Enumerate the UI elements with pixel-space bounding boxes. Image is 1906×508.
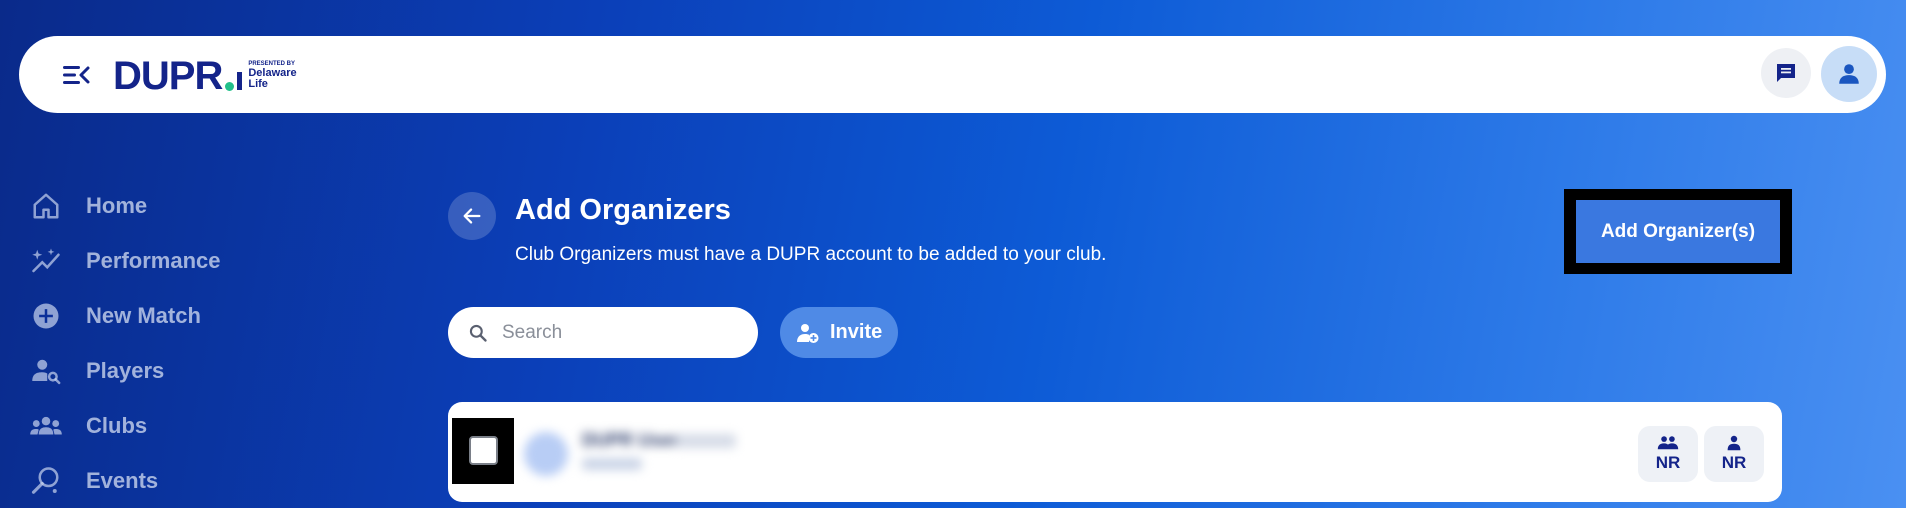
select-checkbox[interactable]: [469, 436, 498, 465]
add-organizers-button[interactable]: Add Organizer(s): [1576, 200, 1780, 263]
home-icon: [28, 188, 64, 224]
sidebar-item-events[interactable]: Events: [28, 453, 358, 508]
add-organizers-highlight: Add Organizer(s): [1564, 189, 1792, 274]
logo-text: DUPR: [113, 54, 223, 98]
sidebar-item-label: Performance: [86, 247, 221, 273]
doubles-rating-badge: NR: [1638, 426, 1698, 482]
profile-button[interactable]: [1821, 46, 1877, 102]
chat-button[interactable]: [1761, 48, 1811, 98]
sidebar-item-new-match[interactable]: New Match: [28, 288, 358, 343]
player-name: DUPR User: [582, 430, 679, 450]
list-item: DUPR User NR NR: [448, 402, 1782, 502]
doubles-icon: [1657, 436, 1679, 450]
sidebar-item-label: Home: [86, 192, 148, 218]
sidebar-item-label: Events: [86, 467, 159, 493]
chat-icon: [1777, 64, 1795, 82]
user-icon: [1839, 64, 1859, 84]
group-icon: [28, 408, 64, 444]
sidebar-item-performance[interactable]: Performance: [28, 233, 358, 288]
player-search-icon: [28, 353, 64, 389]
sidebar-item-label: New Match: [86, 302, 201, 328]
sidebar-item-home[interactable]: Home: [28, 178, 358, 233]
search-icon: [469, 324, 487, 342]
logo-dot: [225, 81, 235, 91]
arrow-left-icon: [463, 208, 481, 224]
sidebar: Home Performance New Match Players Clubs…: [28, 178, 358, 508]
menu-collapse-icon[interactable]: [61, 62, 91, 88]
singles-icon: [1727, 435, 1741, 451]
logo-bar: [237, 72, 243, 90]
checkbox-highlight: [452, 418, 514, 484]
invite-button[interactable]: Invite: [780, 307, 898, 358]
search-field[interactable]: [448, 307, 758, 358]
sidebar-item-label: Clubs: [86, 412, 148, 438]
page-title: Add Organizers: [515, 194, 731, 226]
sidebar-item-players[interactable]: Players: [28, 343, 358, 398]
invite-user-icon: [796, 321, 820, 345]
events-icon: [28, 463, 64, 499]
sponsor-lockup: PRESENTED BY Delaware Life: [248, 61, 296, 91]
plus-circle-icon: [28, 298, 64, 334]
page-subtitle: Club Organizers must have a DUPR account…: [515, 244, 1107, 265]
sidebar-item-clubs[interactable]: Clubs: [28, 398, 358, 453]
singles-rating-badge: NR: [1704, 426, 1764, 482]
player-info-blurred: DUPR User: [524, 420, 736, 490]
doubles-rating-value: NR: [1655, 453, 1681, 472]
dupr-logo[interactable]: DUPR PRESENTED BY Delaware Life: [113, 54, 297, 98]
search-input[interactable]: [502, 321, 732, 344]
player-id: [676, 434, 736, 448]
sidebar-item-label: Players: [86, 357, 165, 383]
player-meta: [582, 458, 642, 470]
sponsor-line-2: Life: [248, 78, 268, 91]
invite-label: Invite: [830, 321, 883, 343]
performance-icon: [28, 243, 64, 279]
top-bar: DUPR PRESENTED BY Delaware Life: [19, 36, 1886, 113]
avatar: [524, 432, 568, 476]
singles-rating-value: NR: [1721, 453, 1747, 472]
back-button[interactable]: [448, 192, 496, 240]
